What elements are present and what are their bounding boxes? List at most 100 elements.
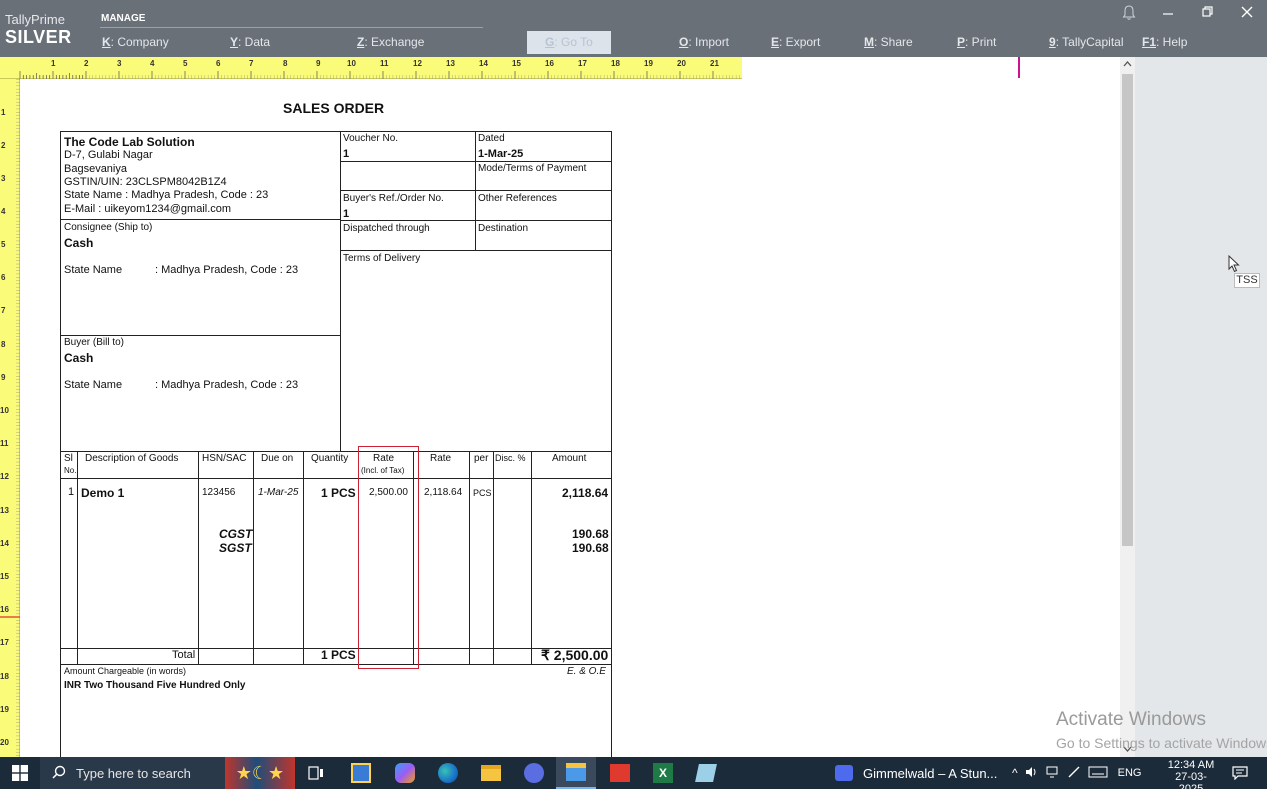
divider: [60, 335, 341, 336]
ruler-h-2: 2: [84, 59, 89, 68]
ruler-v-19: 19: [0, 705, 9, 714]
brand-name: TallyPrime: [5, 12, 65, 27]
ruler-h-13: 13: [446, 59, 455, 68]
voucher-no: 1: [343, 148, 350, 160]
eoe-label: E. & O.E: [567, 666, 606, 677]
item-due-on: 1-Mar-25: [258, 487, 299, 498]
ruler-v-13: 13: [0, 506, 9, 515]
ruler-v-8: 8: [1, 340, 6, 349]
ruler-h-6: 6: [216, 59, 221, 68]
tax-cgst-amount: 190.68: [572, 527, 609, 541]
item-sl: 1: [68, 486, 75, 498]
col-amount: Amount: [552, 453, 587, 464]
copilot-icon[interactable]: [390, 757, 420, 789]
video-play-icon: [835, 765, 853, 781]
divider: [475, 131, 476, 251]
bell-icon[interactable]: [1122, 5, 1136, 24]
section-divider: [100, 27, 483, 28]
consignee-state-label: State Name: [64, 264, 123, 276]
menu-tallycapital[interactable]: 9: TallyCapital: [1049, 35, 1124, 49]
divider: [77, 451, 78, 664]
menu-exchange[interactable]: Z: Exchange: [357, 35, 424, 49]
divider: [60, 451, 612, 452]
chevron-up-icon[interactable]: ^: [1012, 766, 1018, 780]
tallyprime-taskbar-icon[interactable]: [556, 757, 596, 789]
buyers-ref: 1: [343, 208, 350, 220]
other-references-label: Other References: [478, 193, 557, 204]
divider: [253, 451, 254, 664]
divider: [493, 451, 494, 664]
app-icon-tally[interactable]: [346, 757, 376, 789]
news-widget-icon[interactable]: ★☾★: [225, 757, 295, 789]
col-per: per: [474, 453, 489, 464]
close-icon[interactable]: [1241, 6, 1253, 21]
divider: [303, 451, 304, 664]
ruler-h-9: 9: [316, 59, 321, 68]
activate-windows-title: Activate Windows: [1056, 709, 1206, 730]
voucher-no-label: Voucher No.: [343, 133, 399, 144]
ruler-v-12: 12: [0, 472, 9, 481]
network-icon[interactable]: [1046, 766, 1060, 781]
selected-column-highlight: [358, 446, 419, 669]
col-no: No.: [64, 466, 77, 475]
media-app-icon[interactable]: [519, 757, 549, 789]
tax-sgst-label: SGST: [219, 541, 252, 555]
ruler-v-6: 6: [1, 273, 6, 282]
menu-print[interactable]: P: Print: [957, 35, 996, 49]
mode-of-payment-label: Mode/Terms of Payment: [478, 163, 587, 174]
anydesk-icon[interactable]: [605, 757, 635, 789]
terms-of-delivery-label: Terms of Delivery: [343, 253, 421, 264]
consignee-state: : Madhya Pradesh, Code : 23: [155, 264, 299, 276]
total-amount: ₹ 2,500.00: [541, 647, 609, 663]
menu-data[interactable]: Y: Data: [230, 35, 270, 49]
windows-start-icon[interactable]: [0, 757, 40, 789]
speaker-icon[interactable]: [1025, 766, 1039, 781]
pen-icon[interactable]: [1067, 765, 1081, 782]
edge-icon[interactable]: [433, 757, 463, 789]
media-taskbar-item[interactable]: Gimmelwald – A Stun...: [835, 757, 1005, 789]
item-rate: 2,118.64: [424, 487, 463, 498]
divider: [340, 220, 612, 221]
keyboard-icon[interactable]: [1088, 766, 1108, 781]
destination-label: Destination: [478, 223, 529, 234]
scrollbar-thumb[interactable]: [1122, 74, 1133, 546]
notification-icon[interactable]: [1227, 757, 1253, 789]
ruler-h-14: 14: [479, 59, 488, 68]
task-view-icon[interactable]: [301, 757, 331, 789]
menu-import[interactable]: O: Import: [679, 35, 729, 49]
excel-icon[interactable]: X: [648, 757, 678, 789]
menu-share[interactable]: M: Share: [864, 35, 913, 49]
divider: [340, 190, 612, 191]
restore-icon[interactable]: [1202, 6, 1214, 21]
file-explorer-icon[interactable]: [476, 757, 506, 789]
buyer-state: : Madhya Pradesh, Code : 23: [155, 379, 299, 391]
menu-company[interactable]: K: Company: [102, 35, 169, 49]
ruler-h-16: 16: [545, 59, 554, 68]
page-margin-marker: [1018, 57, 1020, 78]
scroll-up-icon[interactable]: [1122, 58, 1133, 73]
divider: [198, 451, 199, 664]
notes-app-icon[interactable]: [691, 757, 721, 789]
vertical-ruler: 1 2 3 4 5 6 7 8 9 10 11 12 13 14 15 16 1…: [0, 79, 20, 757]
seller-email: E-Mail : uikeyom1234@gmail.com: [64, 203, 232, 215]
divider: [60, 478, 612, 479]
divider: [60, 219, 341, 220]
dated-value: 1-Mar-25: [478, 148, 524, 160]
horizontal-ruler: 1 2 3 4 5 6 7 8 9 10 11 12 13 14 15 16 1…: [0, 57, 742, 79]
tooltip: TSS: [1234, 273, 1260, 288]
minimize-icon[interactable]: [1162, 2, 1174, 25]
menu-goto[interactable]: G: Go To: [527, 31, 611, 54]
menu-help[interactable]: F1: Help: [1142, 35, 1187, 49]
taskbar-search[interactable]: Type here to search: [40, 757, 225, 789]
ruler-v-5: 5: [1, 240, 6, 249]
menu-export[interactable]: E: Export: [771, 35, 820, 49]
ruler-v-14: 14: [0, 539, 9, 548]
language-indicator[interactable]: ENG: [1118, 767, 1142, 779]
clock[interactable]: 12:34 AM 27-03-2025: [1163, 759, 1219, 795]
ruler-h-20: 20: [677, 59, 686, 68]
col-due-on: Due on: [261, 453, 294, 464]
ruler-h-7: 7: [249, 59, 254, 68]
total-quantity: 1 PCS: [321, 648, 356, 662]
col-sl: Sl: [64, 453, 73, 464]
search-placeholder: Type here to search: [76, 765, 191, 781]
